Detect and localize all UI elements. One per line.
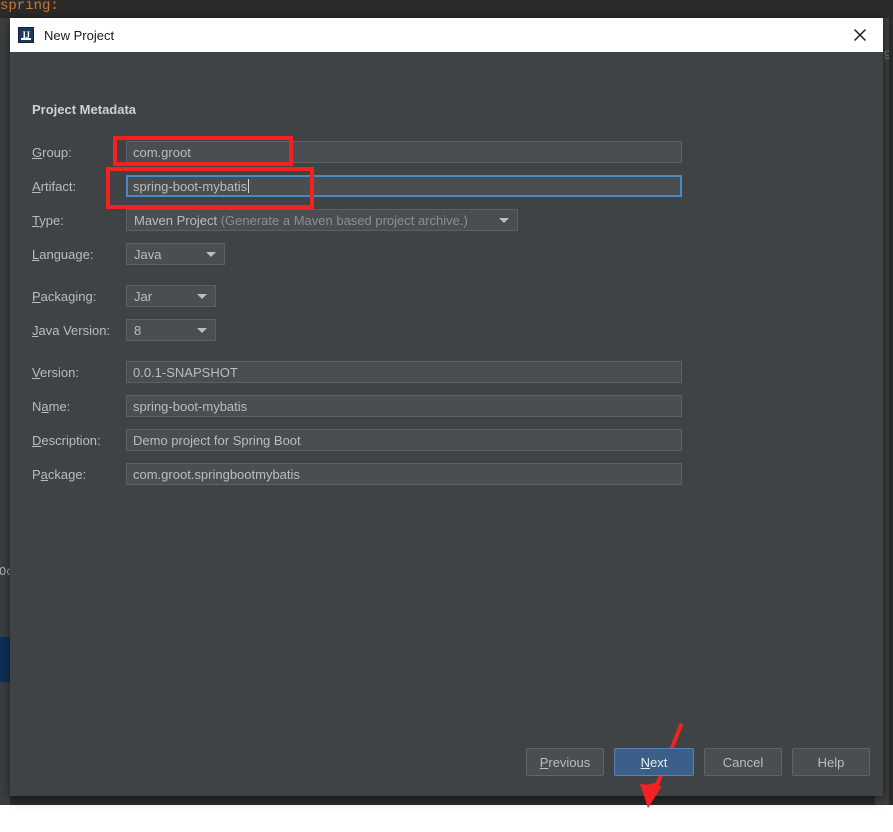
packaging-dropdown[interactable]: Jar [126, 285, 216, 307]
cancel-button[interactable]: Cancel [704, 748, 782, 776]
editor-right-edge [889, 0, 893, 805]
form-row-description: Description: Demo project for Spring Boo… [32, 429, 682, 451]
form-row-package: Package: com.groot.springbootmybatis [32, 463, 682, 485]
chevron-down-icon [206, 252, 216, 257]
label-name: Name: [32, 399, 126, 414]
text-caret [248, 179, 249, 193]
package-input[interactable]: com.groot.springbootmybatis [126, 463, 682, 485]
label-version: Version: [32, 365, 126, 380]
help-button[interactable]: Help [792, 748, 870, 776]
group-input-value: com.groot [133, 145, 191, 160]
form-row-packaging: Packaging: Jar [32, 285, 216, 307]
label-description: Description: [32, 433, 126, 448]
javaversion-dropdown[interactable]: 8 [126, 319, 216, 341]
dialog-button-bar: Previous Next Cancel Help [10, 748, 883, 778]
type-dropdown[interactable]: Maven Project (Generate a Maven based pr… [126, 209, 518, 231]
group-input[interactable]: com.groot [126, 141, 682, 163]
previous-button[interactable]: Previous [526, 748, 604, 776]
packaging-dropdown-value: Jar [134, 289, 191, 304]
dialog-titlebar: IJ New Project [10, 18, 883, 52]
package-input-value: com.groot.springbootmybatis [133, 467, 300, 482]
label-packaging: Packaging: [32, 289, 126, 304]
dialog-title: New Project [44, 28, 114, 43]
cancel-button-label: Cancel [723, 755, 763, 770]
name-input[interactable]: spring-boot-mybatis [126, 395, 682, 417]
close-icon[interactable] [837, 18, 883, 52]
next-button[interactable]: Next [614, 748, 694, 776]
language-dropdown[interactable]: Java [126, 243, 225, 265]
form-row-javaversion: Java Version: 8 [32, 319, 216, 341]
editor-code-line: spring: [0, 0, 59, 14]
chevron-down-icon [499, 218, 509, 223]
form-row-name: Name: spring-boot-mybatis [32, 395, 682, 417]
previous-button-label: Previous [540, 755, 591, 770]
version-input[interactable]: 0.0.1-SNAPSHOT [126, 361, 682, 383]
chevron-down-icon [197, 328, 207, 333]
editor-gutter [0, 18, 10, 805]
language-dropdown-value: Java [134, 247, 200, 262]
label-group: Group: [32, 145, 126, 160]
label-language: Language: [32, 247, 126, 262]
description-input-value: Demo project for Spring Boot [133, 433, 301, 448]
version-input-value: 0.0.1-SNAPSHOT [133, 365, 238, 380]
label-artifact: Artifact: [32, 179, 126, 194]
form-row-language: Language: Java [32, 243, 225, 265]
form-row-artifact: Artifact: spring-boot-mybatis [32, 175, 692, 197]
label-type: Type: [32, 213, 126, 228]
label-package: Package: [32, 467, 126, 482]
javaversion-dropdown-value: 8 [134, 323, 191, 338]
intellij-idea-icon: IJ [18, 27, 34, 43]
artifact-input-value: spring-boot-mybatis [133, 179, 247, 194]
name-input-value: spring-boot-mybatis [133, 399, 247, 414]
type-dropdown-value: Maven Project (Generate a Maven based pr… [134, 213, 493, 228]
artifact-input[interactable]: spring-boot-mybatis [126, 175, 682, 197]
editor-selection-band [0, 637, 10, 682]
section-title: Project Metadata [32, 102, 136, 117]
description-input[interactable]: Demo project for Spring Boot [126, 429, 682, 451]
help-button-label: Help [818, 755, 845, 770]
next-button-label: Next [641, 755, 668, 770]
code-keyword: spring: [0, 0, 59, 14]
new-project-dialog: IJ New Project Project Metadata Group: c… [10, 18, 883, 796]
form-row-group: Group: com.groot [32, 141, 692, 163]
label-javaversion: Java Version: [32, 323, 126, 338]
form-row-version: Version: 0.0.1-SNAPSHOT [32, 361, 682, 383]
chevron-down-icon [197, 294, 207, 299]
dialog-body: Project Metadata Group: com.groot Artifa… [10, 52, 883, 796]
form-row-type: Type: Maven Project (Generate a Maven ba… [32, 209, 518, 231]
